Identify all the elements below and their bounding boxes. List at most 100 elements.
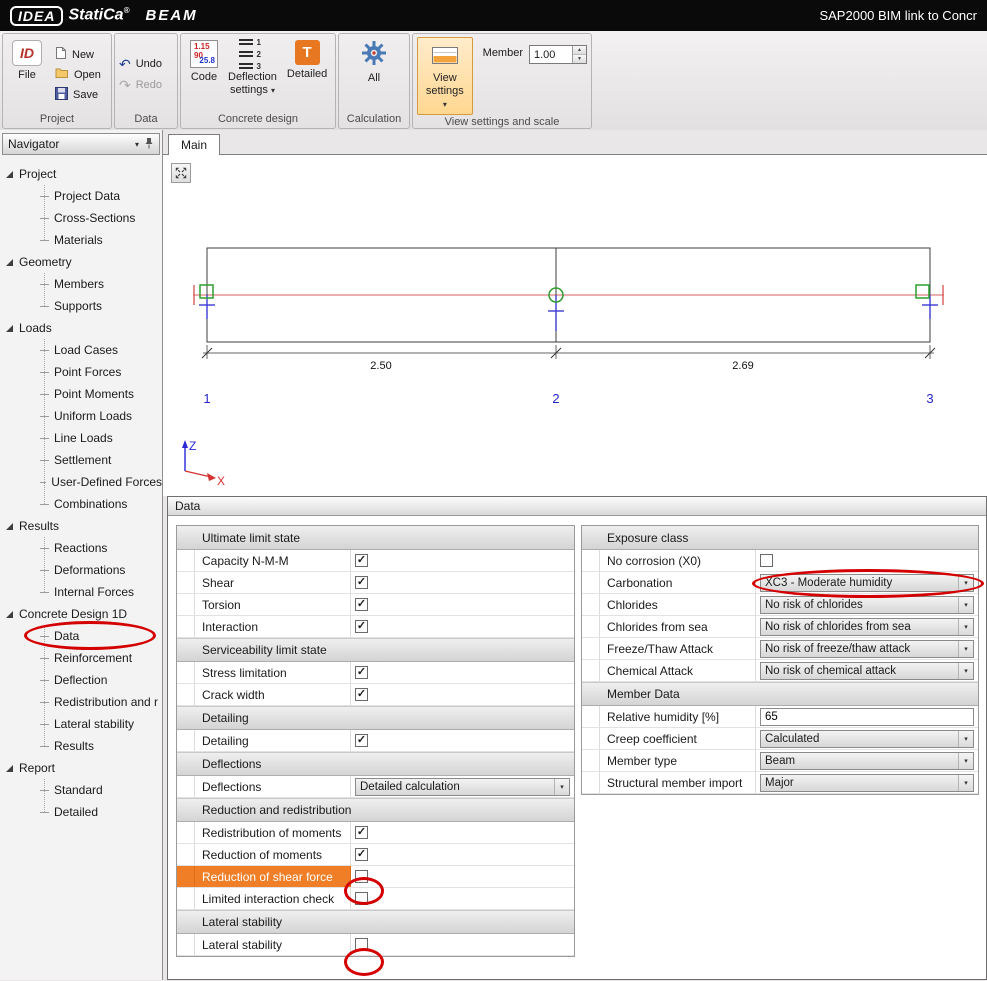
nav-item-standard[interactable]: Standard [0,779,162,801]
expander-icon[interactable] [6,611,13,618]
title-bar: IDEA StatiCa® BEAM SAP2000 BIM link to C… [0,0,987,31]
nav-item-supports[interactable]: Supports [0,295,162,317]
reduction-moments-checkbox[interactable]: ✓ [355,848,368,861]
expander-icon[interactable] [6,171,13,178]
limited-interaction-checkbox[interactable] [355,892,368,905]
expander-icon[interactable] [6,325,13,332]
detailing-checkbox[interactable]: ✓ [355,734,368,747]
reduction-shear-force-checkbox[interactable] [355,870,368,883]
shear-checkbox[interactable]: ✓ [355,576,368,589]
stress-limitation-checkbox[interactable]: ✓ [355,666,368,679]
table-row: No corrosion (X0) [582,550,978,572]
spinner-down-button[interactable]: ▼ [573,55,586,63]
detailed-button[interactable]: T Detailed [282,37,332,112]
row-gutter [177,730,195,751]
nav-child-label: Project Data [54,189,120,203]
file-button[interactable]: ID File [7,37,47,112]
nav-item-materials[interactable]: Materials [0,229,162,251]
chevron-down-icon: ▾ [958,575,973,591]
tab-main[interactable]: Main [168,134,220,155]
nav-item-results-design[interactable]: Results [0,735,162,757]
relative-humidity-input[interactable] [760,708,974,726]
nav-item-lateral-stability[interactable]: Lateral stability [0,713,162,735]
carbonation-dropdown[interactable]: XC3 - Moderate humidity ▾ [760,574,974,592]
beam-view: 2.50 2.69 1 2 3 Z X [163,154,987,496]
nav-item-geometry[interactable]: Geometry [0,251,162,273]
spinner-up-button[interactable]: ▲ [573,46,586,55]
fit-to-view-button[interactable] [171,163,191,183]
lateral-stability-checkbox[interactable] [355,938,368,951]
row-gutter [177,616,195,637]
table-row-carbonation: Carbonation XC3 - Moderate humidity ▾ [582,572,978,594]
nav-item-project[interactable]: Project [0,163,162,185]
pin-icon[interactable] [144,137,154,152]
chemical-attack-dropdown[interactable]: No risk of chemical attack ▾ [760,662,974,680]
chevron-down-icon: ▾ [443,100,447,109]
table-row: Member type Beam ▾ [582,750,978,772]
member-scale-spinner[interactable]: 1.00 ▲ ▼ [529,45,587,64]
nav-item-report[interactable]: Report [0,757,162,779]
calculate-all-button[interactable]: All [356,37,392,112]
table-row: Chlorides from sea No risk of chlorides … [582,616,978,638]
redo-button[interactable]: ↷ Redo [119,77,173,94]
nav-item-redistribution[interactable]: Redistribution and r [0,691,162,713]
interaction-checkbox[interactable]: ✓ [355,620,368,633]
no-corrosion-checkbox[interactable] [760,554,773,567]
section-header: Reduction and redistribution [177,798,574,822]
chevron-down-icon: ▾ [958,731,973,747]
nav-item-point-moments[interactable]: Point Moments [0,383,162,405]
creep-coefficient-dropdown[interactable]: Calculated ▾ [760,730,974,748]
nav-section-results: Results Reactions Deformations Internal … [0,515,162,603]
torsion-checkbox[interactable]: ✓ [355,598,368,611]
nav-item-concrete-design-1d[interactable]: Concrete Design 1D [0,603,162,625]
nav-item-point-forces[interactable]: Point Forces [0,361,162,383]
nav-item-results[interactable]: Results [0,515,162,537]
new-button[interactable]: New [55,46,101,63]
nav-item-reactions[interactable]: Reactions [0,537,162,559]
nav-item-internal-forces[interactable]: Internal Forces [0,581,162,603]
nav-item-load-cases[interactable]: Load Cases [0,339,162,361]
code-button[interactable]: 1.15 90 25.8 Code [185,37,223,112]
nav-item-detailed-report[interactable]: Detailed [0,801,162,823]
nav-item-data[interactable]: Data [0,625,162,647]
deflections-dropdown[interactable]: Detailed calculation ▾ [355,778,570,796]
undo-button[interactable]: ↶ Undo [119,56,173,73]
ribbon-group-concrete-design: 1.15 90 25.8 Code 1 2 3 Deflectionsettin… [180,33,336,129]
open-button[interactable]: Open [55,66,101,83]
nav-item-cross-sections[interactable]: Cross-Sections [0,207,162,229]
nav-item-settlement[interactable]: Settlement [0,449,162,471]
redistribution-moments-checkbox[interactable]: ✓ [355,826,368,839]
row-gutter [177,550,195,571]
chlorides-from-sea-dropdown[interactable]: No risk of chlorides from sea ▾ [760,618,974,636]
expander-icon[interactable] [6,523,13,530]
deflection-settings-button[interactable]: 1 2 3 Deflectionsettings ▾ [223,37,282,112]
table-row: Detailing ✓ [177,730,574,752]
nav-item-members[interactable]: Members [0,273,162,295]
nav-item-deflection[interactable]: Deflection [0,669,162,691]
freeze-thaw-dropdown[interactable]: No risk of freeze/thaw attack ▾ [760,640,974,658]
row-label: Chlorides from sea [600,616,756,637]
save-button[interactable]: Save [55,86,101,103]
nav-child-label: Combinations [54,497,127,511]
tree-branch-icon [40,746,49,747]
chevron-down-icon[interactable]: ▾ [135,140,139,149]
nav-item-loads[interactable]: Loads [0,317,162,339]
nav-item-deformations[interactable]: Deformations [0,559,162,581]
nav-item-uniform-loads[interactable]: Uniform Loads [0,405,162,427]
check-mark: ✓ [357,689,366,700]
structural-member-import-dropdown[interactable]: Major ▾ [760,774,974,792]
tree-branch-icon [40,306,49,307]
view-settings-button[interactable]: Viewsettings ▾ [417,37,473,115]
expander-icon[interactable] [6,765,13,772]
nav-item-line-loads[interactable]: Line Loads [0,427,162,449]
crack-width-checkbox[interactable]: ✓ [355,688,368,701]
nav-item-user-defined-forces[interactable]: User-Defined Forces [0,471,162,493]
nav-item-reinforcement[interactable]: Reinforcement [0,647,162,669]
nav-item-project-data[interactable]: Project Data [0,185,162,207]
nav-item-combinations[interactable]: Combinations [0,493,162,515]
capacity-checkbox[interactable]: ✓ [355,554,368,567]
member-type-dropdown[interactable]: Beam ▾ [760,752,974,770]
expander-icon[interactable] [6,259,13,266]
chlorides-dropdown[interactable]: No risk of chlorides ▾ [760,596,974,614]
ribbon: ID File New Open Save Project [0,31,987,130]
